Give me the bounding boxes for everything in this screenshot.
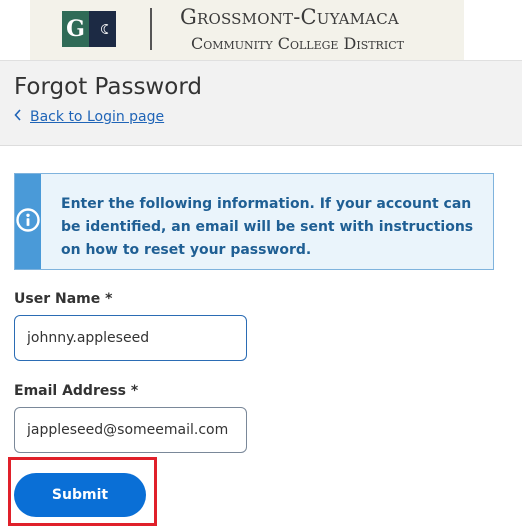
username-label: User Name *: [14, 291, 113, 307]
header: G Grossmont-Cuyamaca Community College D…: [0, 0, 522, 60]
district-name-line2: Community College District: [191, 34, 404, 53]
submit-button[interactable]: Submit: [14, 473, 146, 517]
logo-divider: [150, 8, 152, 50]
logo-letter: G: [62, 11, 89, 47]
username-input[interactable]: [14, 315, 247, 361]
page-title: Forgot Password: [14, 74, 202, 100]
back-link-label: Back to Login page: [30, 109, 165, 125]
info-icon: [15, 207, 41, 237]
alert-icon-box: [15, 174, 41, 269]
email-input[interactable]: [14, 407, 247, 453]
crescent-icon: [89, 11, 116, 47]
back-to-login-link[interactable]: Back to Login page: [14, 109, 164, 125]
district-name-line1: Grossmont-Cuyamaca: [180, 5, 399, 29]
chevron-left-icon: [14, 109, 22, 125]
district-logo: G: [62, 11, 116, 47]
email-label: Email Address *: [14, 383, 139, 399]
title-band: Forgot Password Back to Login page: [0, 60, 522, 146]
alert-message: Enter the following information. If your…: [61, 196, 474, 258]
info-alert: Enter the following information. If your…: [14, 173, 494, 270]
